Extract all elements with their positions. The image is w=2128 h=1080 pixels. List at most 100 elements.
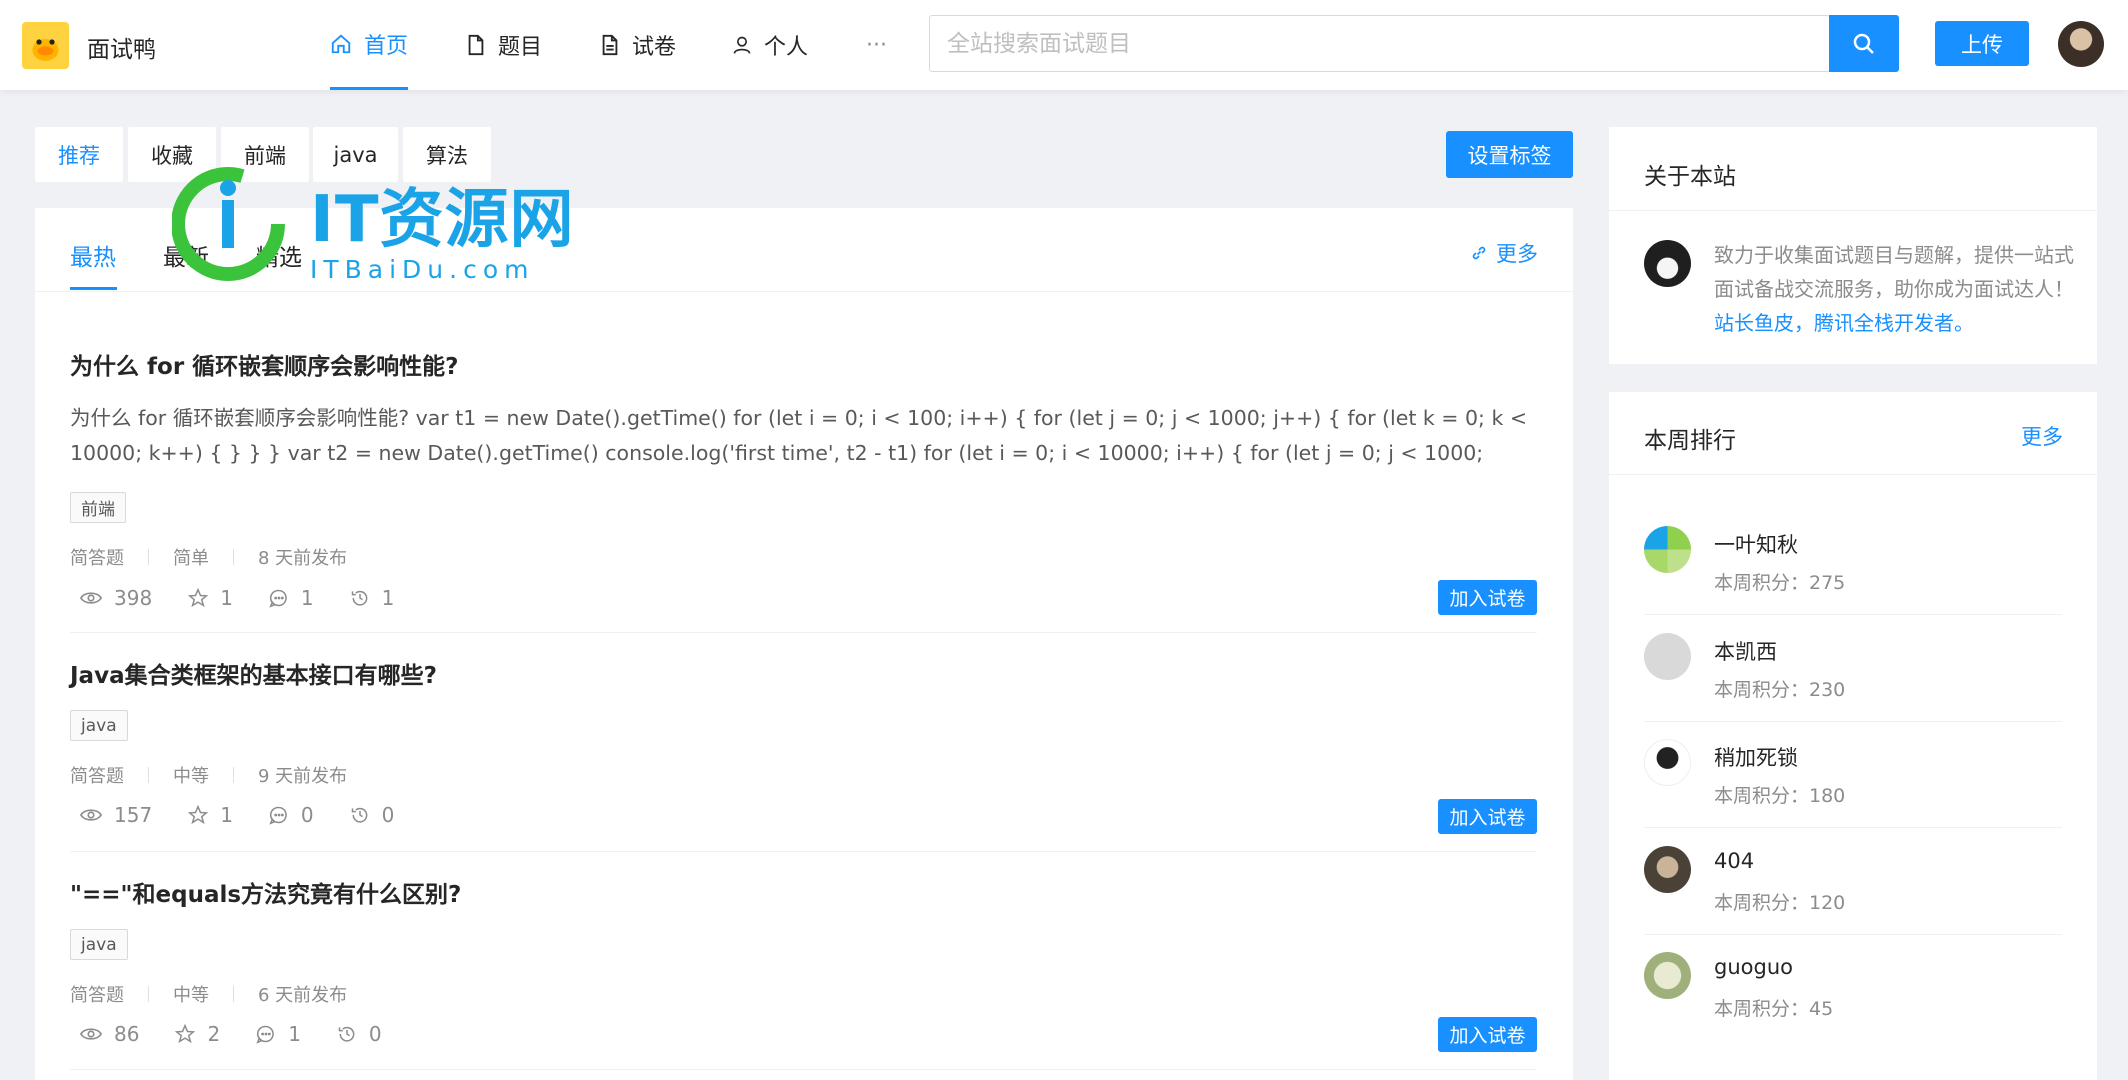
question-title[interactable]: 为什么 for 循环嵌套顺序会影响性能? xyxy=(70,347,459,381)
add-to-paper-button[interactable]: 加入试卷 xyxy=(1438,580,1537,615)
tabs-divider xyxy=(35,291,1573,292)
set-tags-button[interactable]: 设置标签 xyxy=(1446,131,1573,178)
history-stat: 1 xyxy=(350,586,394,610)
ranking-divider xyxy=(1609,474,2097,475)
question-stats: 86 2 1 0 xyxy=(80,1022,418,1046)
question-type: 简答题 xyxy=(70,766,124,787)
question-published: 8 天前发布 xyxy=(258,548,348,569)
rank-user-score: 本周积分：230 xyxy=(1714,679,1846,701)
avatar[interactable] xyxy=(1644,952,1691,999)
question-meta: 简答题 中等 6 天前发布 xyxy=(70,981,347,1007)
rank-user-score: 本周积分：120 xyxy=(1714,892,1846,914)
rank-user-name[interactable]: 稍加死锁 xyxy=(1714,742,1798,772)
about-title: 关于本站 xyxy=(1644,164,1736,190)
watermark-subtitle: ITBaiDu.com xyxy=(310,255,535,284)
row-divider xyxy=(70,1069,1537,1070)
nav-more-label: ··· xyxy=(866,32,887,58)
eye-icon xyxy=(80,809,102,821)
question-title[interactable]: "=="和equals方法究竟有什么区别? xyxy=(70,875,461,909)
user-icon xyxy=(733,36,751,54)
rank-divider xyxy=(1644,934,2062,935)
more-link[interactable]: 更多 xyxy=(1470,238,1538,268)
file-icon xyxy=(468,34,484,56)
question-description[interactable]: 为什么 for 循环嵌套顺序会影响性能? var t1 = new Date()… xyxy=(70,401,1535,471)
avatar[interactable] xyxy=(1644,846,1691,893)
home-icon xyxy=(331,34,351,53)
question-tag[interactable]: 前端 xyxy=(70,492,126,523)
nav-home-label: 首页 xyxy=(364,33,409,59)
add-to-paper-button[interactable]: 加入试卷 xyxy=(1438,799,1537,834)
duck-logo-icon[interactable] xyxy=(22,22,69,69)
file-text-icon xyxy=(602,34,618,56)
about-description: 致力于收集面试题目与题解，提供一站式面试备战交流服务，助你成为面试达人！ xyxy=(1714,243,2074,301)
comment-stat[interactable]: 0 xyxy=(269,803,314,827)
question-published: 9 天前发布 xyxy=(258,766,348,787)
star-stat[interactable]: 1 xyxy=(188,803,233,827)
eye-icon xyxy=(80,1028,102,1040)
comment-icon xyxy=(269,589,287,608)
nav-questions[interactable]: 题目 xyxy=(466,0,542,90)
rank-divider xyxy=(1644,827,2062,828)
history-stat: 0 xyxy=(350,803,394,827)
search-box xyxy=(929,15,1830,72)
search-button[interactable] xyxy=(1829,15,1899,72)
tag-tab-recommend[interactable]: 推荐 xyxy=(35,127,123,182)
more-link-label: 更多 xyxy=(1496,242,1538,266)
nav-papers-label: 试卷 xyxy=(632,35,677,60)
comment-stat[interactable]: 1 xyxy=(256,1022,301,1046)
comment-stat[interactable]: 1 xyxy=(269,586,314,610)
views-stat: 86 xyxy=(80,1022,139,1046)
rank-user-name[interactable]: 404 xyxy=(1714,849,1754,873)
avatar[interactable] xyxy=(1644,633,1691,680)
clock-icon xyxy=(338,1026,355,1042)
upload-button[interactable]: 上传 xyxy=(1935,21,2029,66)
question-type: 简答题 xyxy=(70,985,124,1006)
about-text: 致力于收集面试题目与题解，提供一站式面试备战交流服务，助你成为面试达人！ 站长鱼皮… xyxy=(1714,238,2074,340)
search-icon xyxy=(1853,33,1874,54)
question-stats: 157 1 0 0 xyxy=(80,803,430,827)
question-difficulty: 简单 xyxy=(173,548,209,569)
question-tag[interactable]: java xyxy=(70,710,128,741)
star-stat[interactable]: 2 xyxy=(175,1022,220,1046)
user-avatar[interactable] xyxy=(2058,21,2104,67)
about-divider xyxy=(1609,210,2097,211)
sort-tab-hot[interactable]: 最热 xyxy=(70,238,116,272)
row-divider xyxy=(70,632,1537,633)
rank-user-name[interactable]: 本凯西 xyxy=(1714,636,1777,666)
question-list-card xyxy=(35,208,1573,1080)
rank-divider xyxy=(1644,614,2062,615)
views-stat: 157 xyxy=(80,803,152,827)
clock-icon xyxy=(351,807,368,823)
question-difficulty: 中等 xyxy=(173,766,209,787)
question-type: 简答题 xyxy=(70,548,124,569)
about-owner-link[interactable]: 站长鱼皮，腾讯全栈开发者。 xyxy=(1714,311,1974,335)
rank-user-name[interactable]: 一叶知秋 xyxy=(1714,529,1798,559)
add-to-paper-button[interactable]: 加入试卷 xyxy=(1438,1017,1537,1052)
rank-user-score: 本周积分：45 xyxy=(1714,998,1834,1020)
search-input[interactable] xyxy=(930,16,1830,71)
question-published: 6 天前发布 xyxy=(258,985,348,1006)
nav-home[interactable]: 首页 xyxy=(330,0,409,90)
active-tab-indicator xyxy=(70,287,117,290)
star-stat[interactable]: 1 xyxy=(188,586,233,610)
avatar[interactable] xyxy=(1644,526,1691,573)
nav-more-button[interactable]: ··· xyxy=(866,0,887,90)
nav-questions-label: 题目 xyxy=(498,35,543,60)
views-stat: 398 xyxy=(80,586,152,610)
star-icon xyxy=(188,805,209,825)
question-meta: 简答题 中等 9 天前发布 xyxy=(70,762,347,788)
avatar[interactable] xyxy=(1644,739,1691,786)
ranking-more-link[interactable]: 更多 xyxy=(2021,421,2063,451)
rank-user-name[interactable]: guoguo xyxy=(1714,955,1793,979)
nav-papers[interactable]: 试卷 xyxy=(600,0,676,90)
nav-profile[interactable]: 个人 xyxy=(732,0,808,90)
site-owner-avatar[interactable] xyxy=(1644,240,1691,287)
eye-icon xyxy=(80,592,102,604)
comment-icon xyxy=(269,806,287,825)
site-name[interactable]: 面试鸭 xyxy=(87,30,156,64)
history-stat: 0 xyxy=(337,1022,382,1046)
question-tag[interactable]: java xyxy=(70,929,128,960)
clock-icon xyxy=(351,590,368,606)
question-title[interactable]: Java集合类框架的基本接口有哪些? xyxy=(70,656,437,690)
row-divider xyxy=(70,851,1537,852)
